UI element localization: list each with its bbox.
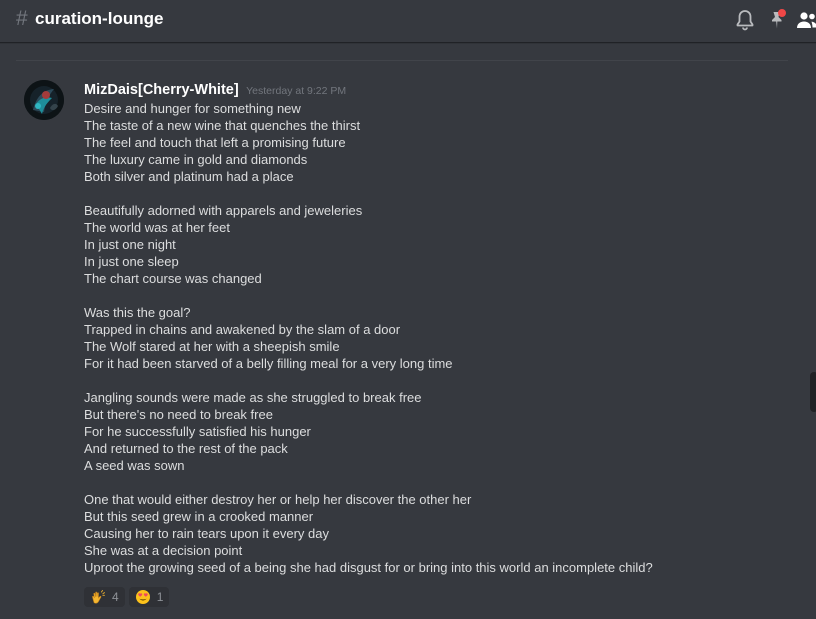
message-line: One that would either destroy her or hel…	[84, 492, 472, 507]
channel-header: # curation-lounge	[0, 0, 816, 42]
avatar[interactable]	[24, 80, 64, 120]
reaction-clap-count: 4	[112, 590, 119, 604]
message-line: Desire and hunger for something new	[84, 101, 301, 116]
stanza-gap	[84, 287, 784, 304]
message-line: The feel and touch that left a promising…	[84, 135, 346, 150]
message-divider	[16, 60, 788, 61]
message-line: In just one sleep	[84, 254, 179, 269]
message-line: But this seed grew in a crooked manner	[84, 509, 314, 524]
channel-name: curation-lounge	[35, 9, 164, 28]
message-timestamp: Yesterday at 9:22 PM	[246, 85, 347, 97]
reaction-clap[interactable]: 4	[84, 587, 125, 607]
message-line: Jangling sounds were made as she struggl…	[84, 390, 422, 405]
message-line: In just one night	[84, 237, 176, 252]
message-line: The Wolf stared at her with a sheepish s…	[84, 339, 340, 354]
reaction-heart-eyes-count: 1	[156, 590, 164, 604]
message-line: Causing her to rain tears upon it every …	[84, 526, 329, 541]
message-line: The chart course was changed	[84, 271, 262, 286]
message-line: She was at a decision point	[84, 543, 243, 558]
stanza-gap	[84, 372, 784, 389]
message-header: MizDais[Cherry-White] Yesterday at 9:22 …	[84, 80, 346, 100]
message-content: Desire and hunger for something new The t…	[84, 100, 784, 576]
heart-eyes-icon	[135, 589, 151, 605]
stanza-gap	[84, 185, 784, 202]
message-line: The taste of a new wine that quenches th…	[84, 118, 361, 133]
message-line: And returned to the rest of the pack	[84, 441, 288, 456]
message-line: Beautifully adorned with apparels and je…	[84, 203, 363, 218]
pin-notification-badge	[778, 9, 786, 17]
message-line: Uproot the growing seed of a being she h…	[84, 560, 653, 575]
message-line: Trapped in chains and awakened by the sl…	[84, 322, 401, 337]
message-line: A seed was sown	[84, 458, 185, 473]
channel-hash-icon: #	[16, 7, 28, 30]
message-author[interactable]: MizDais[Cherry-White]	[84, 82, 239, 98]
reaction-heart-eyes[interactable]: 1	[128, 587, 170, 607]
message-line: Both silver and platinum had a place	[84, 169, 294, 184]
scrollbar-thumb[interactable]	[810, 372, 816, 412]
stanza-gap	[84, 474, 784, 491]
clapping-hands-icon	[90, 589, 106, 605]
message-line: The luxury came in gold and diamonds	[84, 152, 308, 167]
message-line: For he successfully satisfied his hunger	[84, 424, 311, 439]
message-line: Was this the goal?	[84, 305, 191, 320]
chat-window: # curation-lounge MizDais[Cherry-White] …	[0, 0, 816, 619]
message-line: The world was at her feet	[84, 220, 230, 235]
bell-icon[interactable]	[733, 8, 757, 32]
message-line: But there's no need to break free	[84, 407, 273, 422]
message-line: For it had been starved of a belly filli…	[84, 356, 453, 371]
reactions-bar: 4 1	[84, 587, 170, 607]
members-icon[interactable]	[795, 8, 816, 32]
